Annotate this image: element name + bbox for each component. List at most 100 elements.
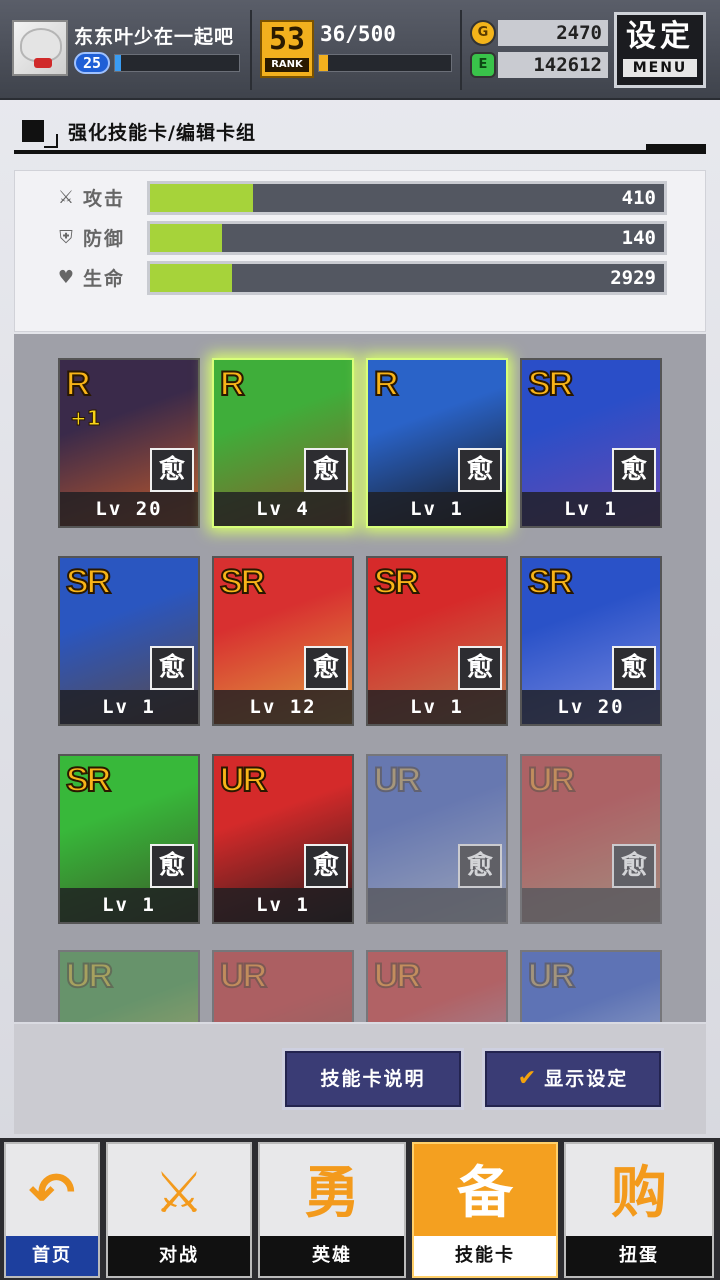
card-grid[interactable]: R +1 愈 Lv 20 R 愈 Lv 4 R 愈 Lv 1 SR 愈 Lv 1 SR 愈 Lv 1 SR 愈 Lv…: [14, 334, 706, 1022]
card-rarity: UR: [373, 761, 422, 799]
card-rarity: SR: [527, 563, 574, 601]
skill-card[interactable]: UR 愈: [366, 754, 508, 924]
sword-icon: ⚔: [57, 187, 75, 208]
stat-value: 410: [621, 187, 656, 209]
card-type-badge: 愈: [612, 844, 656, 888]
skill-card[interactable]: R 愈 Lv 1: [366, 358, 508, 528]
stat-label: 攻击: [83, 188, 126, 210]
card-rarity: SR: [373, 563, 420, 601]
skill-card[interactable]: R +1 愈 Lv 20: [58, 358, 200, 528]
card-rarity: UR: [219, 761, 268, 799]
menu-label: MENU: [623, 59, 697, 77]
deck-stats-panel: ⚔ 攻击 410 ⛨ 防御 140 ♥ 生命 2929: [14, 170, 706, 332]
card-rarity: R: [65, 365, 91, 403]
top-divider: [460, 10, 462, 90]
card-info-label: 技能卡说明: [320, 1068, 426, 1090]
skill-card[interactable]: SR 愈 Lv 1: [366, 556, 508, 726]
card-plus: +1: [70, 406, 102, 431]
display-settings-button[interactable]: ✔ 显示设定: [482, 1048, 664, 1110]
rank-number: 53: [268, 22, 306, 57]
stat-row: ⛨ 防御 140: [55, 221, 695, 255]
stat-value: 2929: [610, 267, 656, 289]
nav-gacha[interactable]: 购扭蛋: [564, 1142, 714, 1278]
stat-label: 防御: [83, 228, 126, 250]
skill-card[interactable]: UR: [366, 950, 508, 1022]
avatar-hair: [20, 28, 62, 62]
nav-label: 对战: [108, 1236, 250, 1276]
skill-card[interactable]: UR 愈 Lv 1: [212, 754, 354, 924]
skill-card[interactable]: R 愈 Lv 4: [212, 358, 354, 528]
gold-amount: 2470: [498, 20, 608, 46]
card-level: Lv 1: [522, 492, 660, 526]
skill-card[interactable]: SR 愈 Lv 1: [58, 556, 200, 726]
card-rarity: UR: [527, 761, 576, 799]
nav-label: 扭蛋: [566, 1236, 712, 1276]
card-level: Lv 4: [214, 492, 352, 526]
gamepad-icon: ⚔: [153, 1161, 205, 1226]
stat-row: ♥ 生命 2929: [55, 261, 695, 295]
card-level: Lv 1: [60, 690, 198, 724]
card-rarity: UR: [527, 957, 576, 995]
stat-bar-fill: [150, 264, 233, 292]
stat-row: ⚔ 攻击 410: [55, 181, 695, 215]
nav-label: 英雄: [260, 1236, 404, 1276]
nav-battle[interactable]: ⚔ 对战: [106, 1142, 252, 1278]
card-type-badge: 愈: [458, 844, 502, 888]
rank-label: RANK: [265, 58, 309, 72]
player-level-badge: 25: [74, 52, 110, 74]
rank-progress: 36/500: [320, 22, 396, 46]
card-type-badge: 愈: [612, 646, 656, 690]
section-bracket-icon: [44, 134, 58, 148]
card-level: Lv 1: [214, 888, 352, 922]
skill-card[interactable]: UR: [58, 950, 200, 1022]
card-level: Lv 1: [60, 888, 198, 922]
xp-bar-fill: [115, 55, 122, 71]
card-type-badge: 愈: [150, 844, 194, 888]
card-info-button[interactable]: 技能卡说明: [282, 1048, 464, 1110]
card-type-badge: 愈: [150, 448, 194, 492]
card-rarity: R: [373, 365, 399, 403]
skill-card[interactable]: UR 愈: [520, 754, 662, 924]
stat-bar: 410: [147, 181, 667, 215]
card-type-badge: 愈: [612, 448, 656, 492]
stat-label: 生命: [83, 268, 126, 290]
hero-icon: 勇: [304, 1161, 360, 1226]
avatar-bow: [34, 58, 52, 68]
rank-badge: 53 RANK: [260, 20, 314, 78]
card-level: Lv 20: [522, 690, 660, 724]
card-rarity: UR: [219, 957, 268, 995]
skill-card[interactable]: UR: [212, 950, 354, 1022]
card-type-badge: 愈: [458, 646, 502, 690]
page-title: 强化技能卡/编辑卡组: [68, 122, 256, 144]
settings-menu-button[interactable]: 设定 MENU: [614, 12, 706, 88]
top-divider: [250, 10, 252, 90]
player-avatar[interactable]: [12, 20, 68, 76]
xp-bar: [114, 54, 240, 72]
return-icon: ↶: [28, 1161, 76, 1226]
rank-bar-fill: [319, 55, 329, 71]
card-rarity: UR: [65, 957, 114, 995]
top-bar: 东东叶少在一起吧 25 53 RANK 36/500 G 2470 E 1426…: [0, 0, 720, 100]
skill-card[interactable]: SR 愈 Lv 1: [520, 358, 662, 528]
card-level: Lv 12: [214, 690, 352, 724]
card-rarity: SR: [65, 563, 112, 601]
nav-home[interactable]: ↶ 首页: [4, 1142, 100, 1278]
skill-card[interactable]: SR 愈 Lv 12: [212, 556, 354, 726]
stat-bar: 2929: [147, 261, 667, 295]
card-level: [368, 888, 506, 922]
player-name: 东东叶少在一起吧: [74, 26, 235, 48]
card-type-badge: 愈: [304, 844, 348, 888]
skill-card[interactable]: UR: [520, 950, 662, 1022]
section-square-icon: [22, 120, 44, 142]
bottom-nav: ↶ 首页 ⚔ 对战勇英雄备技能卡购扭蛋: [0, 1138, 720, 1280]
card-rarity: UR: [373, 957, 422, 995]
nav-cards[interactable]: 备技能卡: [412, 1142, 558, 1278]
cards-icon: 备: [457, 1161, 513, 1226]
skill-card[interactable]: SR 愈 Lv 1: [58, 754, 200, 924]
nav-hero[interactable]: 勇英雄: [258, 1142, 406, 1278]
card-rarity: SR: [65, 761, 112, 799]
skill-card[interactable]: SR 愈 Lv 20: [520, 556, 662, 726]
coin-icon: G: [470, 20, 496, 46]
heart-icon: ♥: [57, 267, 75, 288]
nav-label: 技能卡: [414, 1236, 556, 1276]
